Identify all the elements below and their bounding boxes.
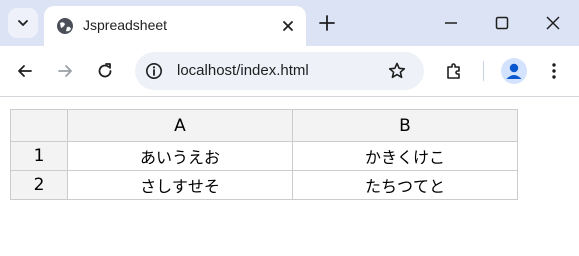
toolbar-divider — [483, 61, 484, 81]
browser-toolbar: localhost/index.html — [0, 46, 579, 97]
forward-arrow-icon[interactable] — [55, 61, 75, 81]
cell-b2[interactable]: たちつてと — [292, 170, 518, 200]
cell-a2[interactable]: さしすせそ — [67, 170, 293, 200]
spreadsheet-grid: A B 1 あいうえお かきくけこ 2 さしすせそ たちつてと — [10, 109, 518, 200]
address-bar[interactable]: localhost/index.html — [135, 52, 424, 90]
chevron-down-icon — [18, 20, 28, 26]
cell-b1[interactable]: かきくけこ — [292, 141, 518, 171]
column-header-b[interactable]: B — [292, 109, 518, 142]
column-header-a[interactable]: A — [67, 109, 293, 142]
row-header-2[interactable]: 2 — [10, 170, 68, 200]
minimize-icon[interactable] — [442, 14, 460, 32]
url-text[interactable]: localhost/index.html — [177, 62, 309, 79]
tab-strip: Jspreadsheet — [0, 0, 579, 46]
close-window-icon[interactable] — [544, 14, 562, 32]
table-row: 1 あいうえお かきくけこ — [10, 141, 518, 171]
row-header-1[interactable]: 1 — [10, 141, 68, 171]
reload-icon[interactable] — [95, 61, 115, 81]
browser-tab[interactable]: Jspreadsheet — [44, 6, 306, 46]
globe-icon — [57, 18, 73, 34]
maximize-icon[interactable] — [493, 14, 511, 32]
tab-title: Jspreadsheet — [83, 17, 168, 33]
tab-search-button[interactable] — [8, 8, 38, 38]
back-arrow-icon[interactable] — [15, 61, 35, 81]
new-tab-icon[interactable] — [318, 14, 336, 32]
cell-a1[interactable]: あいうえお — [67, 141, 293, 171]
select-all-corner[interactable] — [10, 109, 68, 142]
table-row: 2 さしすせそ たちつてと — [10, 170, 518, 200]
extensions-puzzle-icon[interactable] — [444, 61, 464, 81]
column-header-row: A B — [10, 109, 518, 142]
more-menu-icon[interactable] — [544, 61, 564, 81]
person-icon — [506, 63, 522, 79]
profile-avatar[interactable] — [501, 58, 527, 84]
bookmark-star-icon[interactable] — [387, 61, 407, 81]
site-info-icon[interactable] — [145, 62, 163, 80]
close-tab-icon[interactable] — [280, 18, 296, 34]
